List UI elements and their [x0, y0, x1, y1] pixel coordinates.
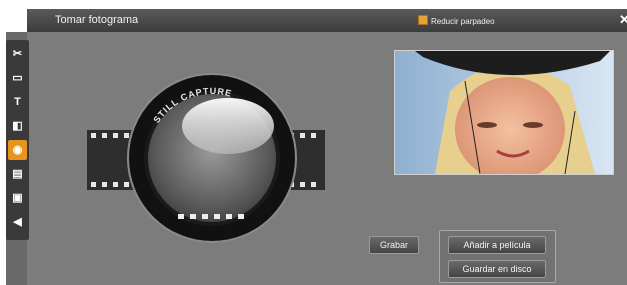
- still-capture-lens-icon: STILL CAPTURE: [127, 73, 297, 243]
- add-to-movie-button[interactable]: Añadir a película: [448, 236, 546, 254]
- reduce-flicker-label: Reducir parpadeo: [431, 17, 495, 26]
- effects-icon[interactable]: ◧: [8, 116, 27, 136]
- scissors-icon[interactable]: ✂: [8, 44, 27, 64]
- still-capture-window: Tomar fotograma Reducir parpadeo ✕ ✂ ▭ T…: [0, 0, 627, 285]
- camera-icon[interactable]: ◉: [8, 140, 27, 160]
- text-icon[interactable]: T: [8, 92, 27, 112]
- title-bar: Tomar fotograma Reducir parpadeo ✕: [27, 9, 627, 32]
- record-button[interactable]: Grabar: [369, 236, 419, 254]
- captured-frame-preview: [394, 50, 614, 175]
- tool-toolbar: ✂ ▭ T ◧ ◉ ▤ ▣ ◀: [6, 40, 29, 240]
- close-icon[interactable]: ✕: [619, 12, 627, 28]
- clapper-icon[interactable]: ▤: [8, 164, 27, 184]
- capture-actions-group: Añadir a película Guardar en disco: [439, 230, 556, 283]
- speaker-icon[interactable]: ◀: [8, 212, 27, 232]
- disc-icon[interactable]: ▣: [8, 188, 27, 208]
- checkbox-icon[interactable]: [418, 15, 428, 25]
- image-icon[interactable]: ▭: [8, 68, 27, 88]
- window-title: Tomar fotograma: [55, 14, 139, 26]
- save-to-disk-button[interactable]: Guardar en disco: [448, 260, 546, 278]
- reduce-flicker-checkbox[interactable]: Reducir parpadeo: [418, 15, 495, 26]
